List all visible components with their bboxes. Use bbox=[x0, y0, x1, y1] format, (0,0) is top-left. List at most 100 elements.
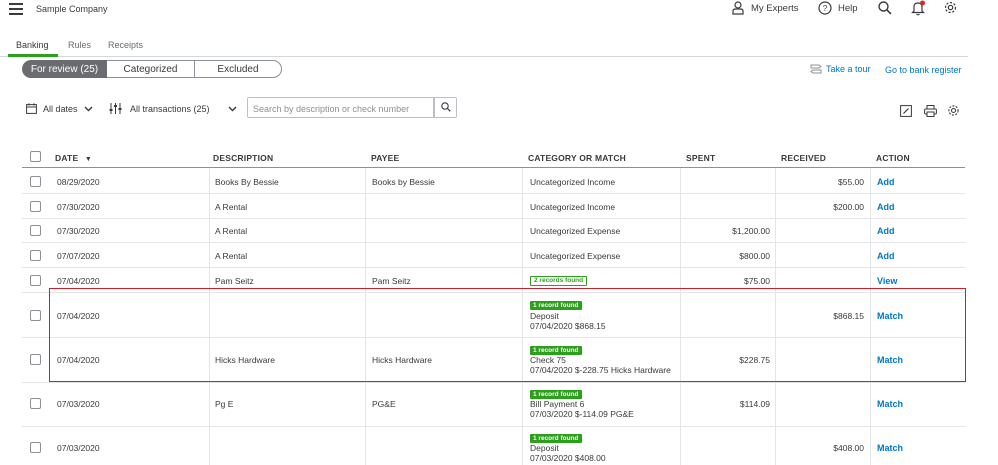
date-cell: 07/07/2020 bbox=[57, 251, 100, 261]
column-header-date[interactable]: DATE ▼ bbox=[55, 153, 92, 163]
my-experts-button[interactable]: My Experts bbox=[732, 1, 799, 15]
hamburger-menu-icon[interactable] bbox=[9, 3, 23, 15]
description-cell: Pg E bbox=[215, 399, 234, 409]
row-checkbox[interactable] bbox=[30, 442, 41, 453]
search-input[interactable] bbox=[251, 99, 435, 119]
add-action-link[interactable]: Add bbox=[877, 251, 895, 261]
row-divider bbox=[22, 218, 965, 219]
search-icon bbox=[441, 102, 451, 112]
payee-cell: Books by Bessie bbox=[372, 177, 435, 187]
help-button[interactable]: ? Help bbox=[818, 1, 858, 15]
table-settings-gear-icon[interactable] bbox=[947, 104, 960, 117]
received-cell: $408.00 bbox=[833, 443, 864, 453]
match-detail: 07/03/2020 $-114.09 PG&E bbox=[530, 409, 634, 419]
segment-excluded[interactable]: Excluded bbox=[195, 60, 282, 78]
transaction-filter-dropdown[interactable]: All transactions (25) bbox=[109, 103, 237, 114]
header-divider bbox=[22, 167, 965, 168]
date-cell: 07/30/2020 bbox=[57, 202, 100, 212]
segment-for-review[interactable]: For review (25) bbox=[22, 60, 107, 78]
row-divider bbox=[22, 382, 965, 383]
help-label: Help bbox=[838, 2, 858, 14]
received-cell: $200.00 bbox=[833, 202, 864, 212]
spent-cell: $1,200.00 bbox=[732, 226, 770, 236]
spent-cell: $75.00 bbox=[744, 276, 770, 286]
bank-register-link[interactable]: Go to bank register bbox=[885, 65, 962, 75]
tab-rules[interactable]: Rules bbox=[68, 40, 91, 50]
row-checkbox[interactable] bbox=[30, 354, 41, 365]
match-action-link[interactable]: Match bbox=[877, 399, 903, 409]
match-detail: 07/03/2020 $408.00 bbox=[530, 453, 606, 463]
active-tab-indicator bbox=[8, 54, 58, 57]
row-divider bbox=[22, 242, 965, 243]
row-divider bbox=[22, 267, 965, 268]
row-divider bbox=[22, 193, 965, 194]
payee-cell: Pam Seitz bbox=[372, 276, 411, 286]
tab-receipts[interactable]: Receipts bbox=[108, 40, 143, 50]
date-filter-dropdown[interactable]: All dates bbox=[26, 103, 93, 114]
row-checkbox[interactable] bbox=[30, 201, 41, 212]
row-checkbox[interactable] bbox=[30, 310, 41, 321]
spent-cell: $114.09 bbox=[739, 399, 770, 409]
transaction-filter-label: All transactions (25) bbox=[130, 103, 210, 114]
help-icon: ? bbox=[818, 1, 832, 15]
person-icon bbox=[732, 1, 744, 15]
filter-sliders-icon bbox=[109, 103, 122, 114]
row-checkbox[interactable] bbox=[30, 225, 41, 236]
row-checkbox[interactable] bbox=[30, 275, 41, 286]
category-cell: Uncategorized Expense bbox=[530, 226, 621, 236]
gear-icon[interactable] bbox=[943, 0, 958, 15]
select-all-checkbox[interactable] bbox=[30, 151, 41, 162]
edit-export-icon[interactable] bbox=[900, 105, 912, 117]
records-found-badge: 1 record found bbox=[530, 390, 582, 399]
row-checkbox[interactable] bbox=[30, 176, 41, 187]
match-title: Bill Payment 6 bbox=[530, 399, 585, 409]
payee-cell: PG&E bbox=[372, 399, 396, 409]
records-found-badge: 1 record found bbox=[530, 434, 582, 443]
description-cell: Pam Seitz bbox=[215, 276, 254, 286]
column-header-spent: SPENT bbox=[686, 153, 716, 163]
row-checkbox[interactable] bbox=[30, 398, 41, 409]
segment-categorized[interactable]: Categorized bbox=[107, 60, 195, 78]
take-tour-label: Take a tour bbox=[826, 64, 871, 74]
date-filter-label: All dates bbox=[43, 103, 78, 114]
column-header-payee: PAYEE bbox=[371, 153, 400, 163]
description-cell: A Rental bbox=[215, 226, 248, 236]
my-experts-label: My Experts bbox=[751, 2, 799, 14]
top-bar: Sample Company My Experts ? Help bbox=[0, 0, 998, 22]
column-header-received: RECEIVED bbox=[781, 153, 827, 163]
category-cell: Uncategorized Income bbox=[530, 177, 616, 187]
match-action-link[interactable]: Match bbox=[877, 443, 903, 453]
column-header-action: ACTION bbox=[876, 153, 910, 163]
match-title: Deposit bbox=[530, 443, 559, 453]
search-field bbox=[247, 97, 435, 119]
row-divider bbox=[22, 426, 965, 427]
add-action-link[interactable]: Add bbox=[877, 177, 895, 187]
chevron-down-icon bbox=[228, 106, 237, 112]
description-cell: A Rental bbox=[215, 251, 248, 261]
add-action-link[interactable]: Add bbox=[877, 226, 895, 236]
print-icon[interactable] bbox=[924, 105, 937, 117]
date-cell: 07/04/2020 bbox=[57, 276, 100, 286]
column-header-category: CATEGORY OR MATCH bbox=[528, 153, 626, 163]
date-cell: 08/29/2020 bbox=[57, 177, 100, 187]
category-cell: Uncategorized Income bbox=[530, 202, 616, 212]
highlight-box bbox=[49, 288, 966, 382]
tab-banking[interactable]: Banking bbox=[16, 40, 49, 50]
tab-bar: Banking Rules Receipts bbox=[0, 34, 968, 57]
row-checkbox[interactable] bbox=[30, 250, 41, 261]
column-header-description: DESCRIPTION bbox=[213, 153, 274, 163]
view-action-link[interactable]: View bbox=[877, 276, 897, 286]
search-button[interactable] bbox=[434, 97, 457, 118]
review-segmented-control: For review (25) Categorized Excluded bbox=[22, 60, 282, 78]
received-cell: $55.00 bbox=[838, 177, 864, 187]
date-cell: 07/30/2020 bbox=[57, 226, 100, 236]
take-tour-link[interactable]: Take a tour bbox=[810, 63, 871, 75]
category-cell: Uncategorized Expense bbox=[530, 251, 621, 261]
date-header-label: DATE bbox=[55, 153, 79, 163]
records-found-badge: 2 records found bbox=[530, 276, 588, 286]
notification-bell-icon[interactable] bbox=[911, 0, 926, 16]
calendar-icon bbox=[26, 103, 37, 114]
search-icon[interactable] bbox=[878, 1, 892, 15]
add-action-link[interactable]: Add bbox=[877, 202, 895, 212]
spent-cell: $800.00 bbox=[739, 251, 770, 261]
